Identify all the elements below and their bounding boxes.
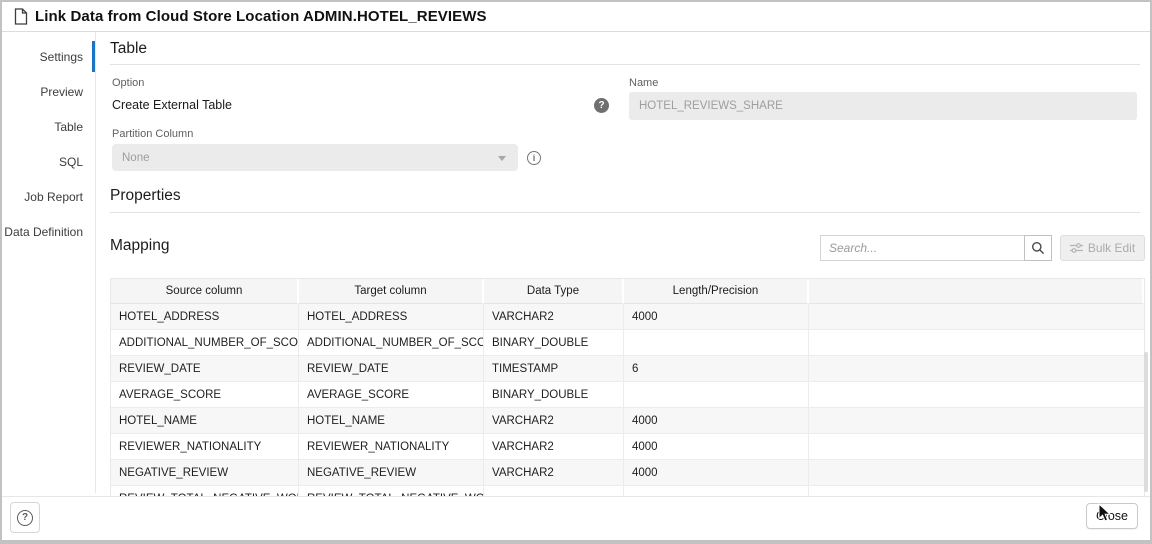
table-row: REVIEWER_NATIONALITY REVIEWER_NATIONALITY…: [111, 434, 1144, 460]
cell-target-column[interactable]: REVIEWER_NATIONALITY: [299, 434, 484, 460]
option-help-icon[interactable]: ?: [594, 98, 609, 113]
option-label: Option: [112, 77, 145, 89]
document-icon: [14, 8, 28, 25]
properties-section-divider: [110, 212, 1140, 213]
partition-column-select[interactable]: None: [112, 144, 518, 171]
cell-filler: [809, 408, 1144, 434]
cell-target-column[interactable]: NEGATIVE_REVIEW: [299, 460, 484, 486]
sliders-icon: [1069, 243, 1083, 253]
magnifier-icon: [1032, 242, 1045, 255]
cell-data-type[interactable]: TIMESTAMP: [484, 356, 624, 382]
sidebar-item-data-definition[interactable]: Data Definition: [2, 214, 95, 249]
cell-data-type[interactable]: VARCHAR2: [484, 304, 624, 330]
table-row: HOTEL_ADDRESS HOTEL_ADDRESS VARCHAR2 4000: [111, 304, 1144, 330]
cell-source-column: ADDITIONAL_NUMBER_OF_SCORI: [111, 330, 299, 356]
table-section-heading: Table: [110, 40, 148, 57]
close-button[interactable]: Close: [1086, 503, 1138, 529]
mapping-search-input[interactable]: [820, 235, 1024, 261]
bulk-edit-label: Bulk Edit: [1087, 241, 1136, 255]
question-circle-icon: ?: [17, 509, 33, 526]
option-value: Create External Table: [112, 98, 232, 112]
cell-source-column: NEGATIVE_REVIEW: [111, 460, 299, 486]
cell-source-column: REVIEW_DATE: [111, 356, 299, 382]
cell-data-type[interactable]: VARCHAR2: [484, 434, 624, 460]
column-header-filler: [809, 279, 1144, 304]
sidebar-divider: [95, 32, 96, 493]
cell-filler: [809, 304, 1144, 330]
sidebar-item-settings[interactable]: Settings: [2, 39, 95, 74]
sidebar-item-preview[interactable]: Preview: [2, 74, 95, 109]
mapping-table: Source column Target column Data Type Le…: [110, 278, 1145, 498]
dialog-footer: ? Close: [2, 496, 1150, 540]
cell-filler: [809, 356, 1144, 382]
cell-data-type[interactable]: BINARY_DOUBLE: [484, 330, 624, 356]
table-section-divider: [110, 64, 1140, 65]
cell-data-type[interactable]: VARCHAR2: [484, 408, 624, 434]
cell-length-precision[interactable]: 4000: [624, 434, 809, 460]
partition-column-label: Partition Column: [112, 128, 194, 140]
title-bar: Link Data from Cloud Store Location ADMI…: [2, 2, 1150, 32]
name-input[interactable]: [629, 92, 1137, 120]
cell-data-type[interactable]: BINARY_DOUBLE: [484, 382, 624, 408]
cell-target-column[interactable]: HOTEL_ADDRESS: [299, 304, 484, 330]
cell-source-column: REVIEWER_NATIONALITY: [111, 434, 299, 460]
mapping-search-button[interactable]: [1024, 235, 1052, 261]
cell-filler: [809, 382, 1144, 408]
column-header-source[interactable]: Source column: [111, 279, 299, 304]
bulk-edit-button[interactable]: Bulk Edit: [1060, 235, 1145, 261]
sidebar-item-sql[interactable]: SQL: [2, 144, 95, 179]
mapping-table-body: HOTEL_ADDRESS HOTEL_ADDRESS VARCHAR2 4000 AD…: [111, 304, 1144, 497]
cell-length-precision[interactable]: 4000: [624, 460, 809, 486]
table-row: AVERAGE_SCORE AVERAGE_SCORE BINARY_DOUBLE: [111, 382, 1144, 408]
cell-target-column[interactable]: AVERAGE_SCORE: [299, 382, 484, 408]
help-button[interactable]: ?: [10, 502, 40, 533]
sidebar-item-table[interactable]: Table: [2, 109, 95, 144]
cell-filler: [809, 434, 1144, 460]
partition-column-value: None: [122, 151, 150, 164]
column-header-length-precision[interactable]: Length/Precision: [624, 279, 809, 304]
cell-length-precision[interactable]: 6: [624, 356, 809, 382]
partition-info-icon[interactable]: i: [527, 151, 541, 165]
cell-length-precision[interactable]: 4000: [624, 408, 809, 434]
table-row: ADDITIONAL_NUMBER_OF_SCORI ADDITIONAL_NUM…: [111, 330, 1144, 356]
properties-section-heading: Properties: [110, 187, 181, 204]
cell-target-column[interactable]: ADDITIONAL_NUMBER_OF_SCOI: [299, 330, 484, 356]
wizard-sidebar: Settings Preview Table SQL Job Report Data De…: [2, 32, 95, 493]
cell-source-column: HOTEL_NAME: [111, 408, 299, 434]
cell-source-column: AVERAGE_SCORE: [111, 382, 299, 408]
link-data-dialog: Link Data from Cloud Store Location ADMI…: [0, 0, 1152, 544]
cell-filler: [809, 330, 1144, 356]
column-header-target[interactable]: Target column: [299, 279, 484, 304]
table-row: HOTEL_NAME HOTEL_NAME VARCHAR2 4000: [111, 408, 1144, 434]
mapping-table-header: Source column Target column Data Type Le…: [111, 279, 1144, 304]
name-label: Name: [629, 77, 659, 89]
sidebar-item-job-report[interactable]: Job Report: [2, 179, 95, 214]
cell-length-precision[interactable]: 4000: [624, 304, 809, 330]
mapping-section-heading: Mapping: [110, 237, 170, 254]
cell-filler: [809, 460, 1144, 486]
dialog-title: Link Data from Cloud Store Location ADMI…: [35, 8, 487, 25]
table-row: REVIEW_DATE REVIEW_DATE TIMESTAMP 6: [111, 356, 1144, 382]
cell-target-column[interactable]: HOTEL_NAME: [299, 408, 484, 434]
chevron-down-icon: [498, 155, 506, 161]
cell-source-column: HOTEL_ADDRESS: [111, 304, 299, 330]
table-row: NEGATIVE_REVIEW NEGATIVE_REVIEW VARCHAR2 40…: [111, 460, 1144, 486]
column-header-data-type[interactable]: Data Type: [484, 279, 624, 304]
vertical-scrollbar[interactable]: [1144, 352, 1148, 492]
cell-target-column[interactable]: REVIEW_DATE: [299, 356, 484, 382]
cell-length-precision[interactable]: [624, 330, 809, 356]
cell-length-precision[interactable]: [624, 382, 809, 408]
cell-data-type[interactable]: VARCHAR2: [484, 460, 624, 486]
